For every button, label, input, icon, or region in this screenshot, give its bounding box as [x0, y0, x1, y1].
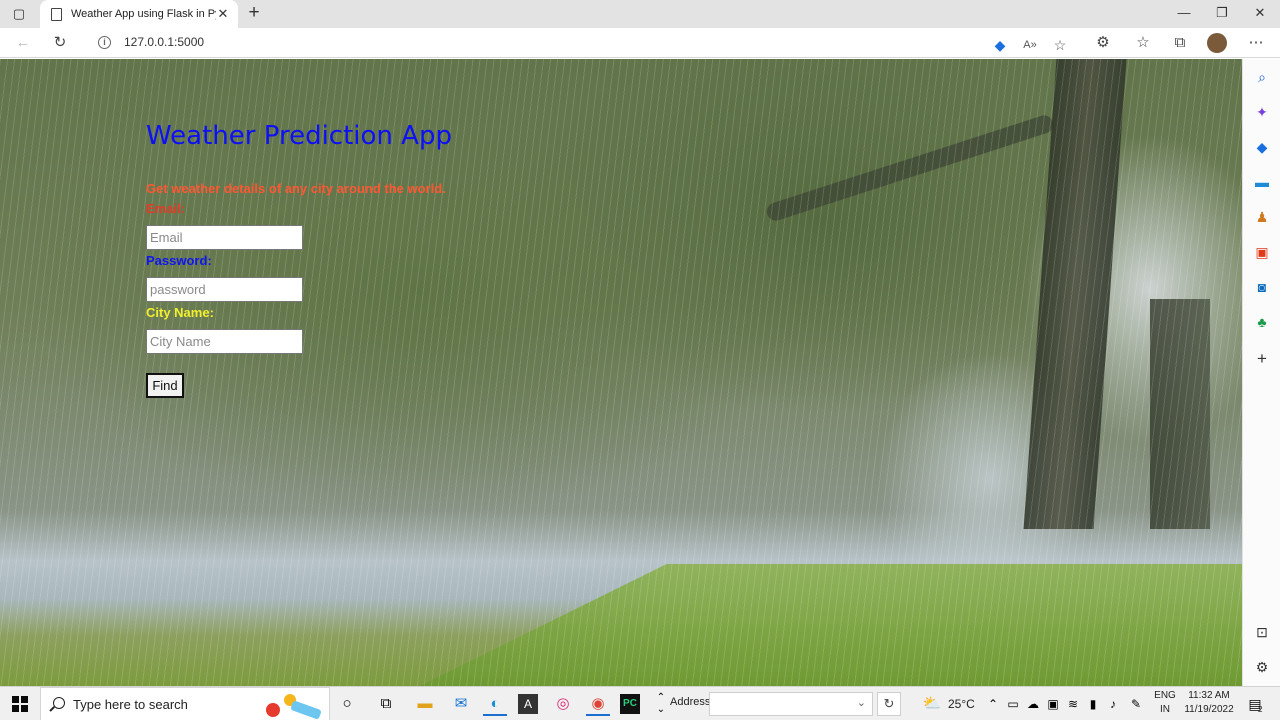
address-go-button[interactable]: ↻ — [877, 692, 901, 716]
tree-icon[interactable]: ♣ — [1252, 312, 1272, 332]
page-subtitle: Get weather details of any city around t… — [146, 181, 446, 196]
city-label: City Name: — [146, 305, 214, 320]
temperature[interactable]: 25°C — [948, 697, 975, 711]
background-rain — [0, 59, 1242, 686]
tools-icon[interactable]: ▬ — [1252, 172, 1272, 192]
search-icon[interactable]: ⌕ — [1252, 67, 1272, 87]
instagram-icon[interactable]: ◎ — [551, 692, 575, 716]
site-info-icon[interactable]: i — [98, 36, 111, 49]
time: 11:32 AM — [1188, 690, 1230, 701]
url-text: 127.0.0.1:5000 — [124, 35, 205, 49]
email-field[interactable] — [146, 225, 303, 250]
copilot-icon[interactable]: ✦ — [1252, 102, 1272, 122]
close-tab-icon[interactable]: ✕ — [216, 6, 230, 22]
city-field[interactable] — [146, 329, 303, 354]
add-icon[interactable]: + — [1252, 349, 1272, 369]
shopping-tag-icon[interactable]: ◆ — [1252, 137, 1272, 157]
password-label: Password: — [146, 253, 212, 268]
chevron-down-icon[interactable]: ⌄ — [857, 696, 866, 709]
edge-icon[interactable]: ◐ — [483, 692, 507, 716]
tab-title: Weather App using Flask in Python — [71, 8, 216, 20]
volume-icon[interactable]: ♪ — [1101, 692, 1125, 716]
collections-icon[interactable]: ⧉ — [1169, 32, 1191, 54]
task-view-icon[interactable]: ⧉ — [374, 692, 398, 716]
browser-tab[interactable]: Weather App using Flask in Python ✕ — [40, 0, 238, 28]
password-field[interactable] — [146, 277, 303, 302]
read-aloud-icon[interactable]: A» — [1020, 35, 1040, 55]
language-code: ENG — [1154, 690, 1176, 701]
games-icon[interactable]: ♟ — [1252, 207, 1272, 227]
tab-actions-icon[interactable]: ▢ — [8, 4, 30, 24]
address-toolbar-input[interactable]: ⌄ — [709, 692, 873, 716]
page-icon — [51, 7, 62, 21]
date: 11/19/2022 — [1184, 704, 1234, 715]
avatar[interactable] — [1207, 33, 1227, 53]
email-label: Email: — [146, 201, 186, 216]
page-background: Weather Prediction App Get weather detai… — [0, 59, 1242, 686]
favorite-star-icon[interactable]: ☆ — [1050, 35, 1070, 55]
more-options-icon[interactable]: ⋯ — [1245, 32, 1267, 54]
close-window-button[interactable]: ✕ — [1245, 3, 1275, 23]
mail-icon[interactable]: ✉ — [449, 692, 473, 716]
file-explorer-icon[interactable]: ▬ — [413, 692, 437, 716]
shopping-tag-icon[interactable]: ◆ — [990, 35, 1010, 55]
pycharm-icon[interactable]: PC — [620, 694, 640, 714]
split-screen-icon[interactable]: ⊡ — [1252, 622, 1272, 642]
new-tab-button[interactable]: + — [244, 3, 264, 25]
back-button[interactable]: ← — [12, 32, 34, 54]
language-indicator[interactable]: ENG IN — [1153, 689, 1177, 717]
browser-toolbar: ← ↻ i 127.0.0.1:5000 ◆ A» ☆ ⚙ ☆ ⧉ ⋯ — [0, 28, 1280, 58]
notification-icon[interactable]: ▤ — [1243, 692, 1267, 716]
address-bar[interactable]: i 127.0.0.1:5000 ◆ A» ☆ — [84, 30, 1084, 55]
minimize-button[interactable]: — — [1169, 3, 1199, 23]
cortana-icon[interactable]: ○ — [335, 692, 359, 716]
edge-sidebar: ⌕ ✦ ◆ ▬ ♟ ▣ ◙ ♣ + ⊡ ⚙ — [1242, 59, 1280, 686]
notification-count: 2 — [1258, 705, 1263, 714]
search-highlight-icon — [266, 694, 321, 719]
find-button[interactable]: Find — [146, 373, 184, 398]
clock[interactable]: 11:32 AM 11/19/2022 — [1180, 689, 1238, 717]
pen-icon[interactable]: ✎ — [1124, 692, 1148, 716]
address-toolbar-label: Address — [670, 696, 711, 708]
weather-icon[interactable]: ⛅ — [920, 692, 944, 716]
taskbar: Type here to search ○ ⧉ ▬ ✉ ◐ A ◎ ◉ PC ⌃… — [0, 686, 1280, 720]
extensions-icon[interactable]: ⚙ — [1092, 32, 1114, 54]
outlook-icon[interactable]: ◙ — [1252, 277, 1272, 297]
region-code: IN — [1160, 704, 1170, 715]
office-icon[interactable]: ▣ — [1252, 242, 1272, 262]
chrome-icon[interactable]: ◉ — [586, 692, 610, 716]
search-placeholder: Type here to search — [73, 697, 188, 712]
start-icon[interactable] — [12, 696, 28, 712]
refresh-button[interactable]: ↻ — [49, 32, 71, 54]
maximize-button[interactable]: ❐ — [1207, 3, 1237, 23]
font-app-icon[interactable]: A — [518, 694, 538, 714]
settings-icon[interactable]: ⚙ — [1252, 657, 1272, 677]
search-icon — [53, 697, 65, 709]
favorites-icon[interactable]: ☆ — [1132, 32, 1154, 54]
page-title: Weather Prediction App — [146, 121, 452, 151]
taskbar-search[interactable]: Type here to search — [40, 687, 330, 720]
tab-bar: ▢ Weather App using Flask in Python ✕ + … — [0, 0, 1280, 28]
